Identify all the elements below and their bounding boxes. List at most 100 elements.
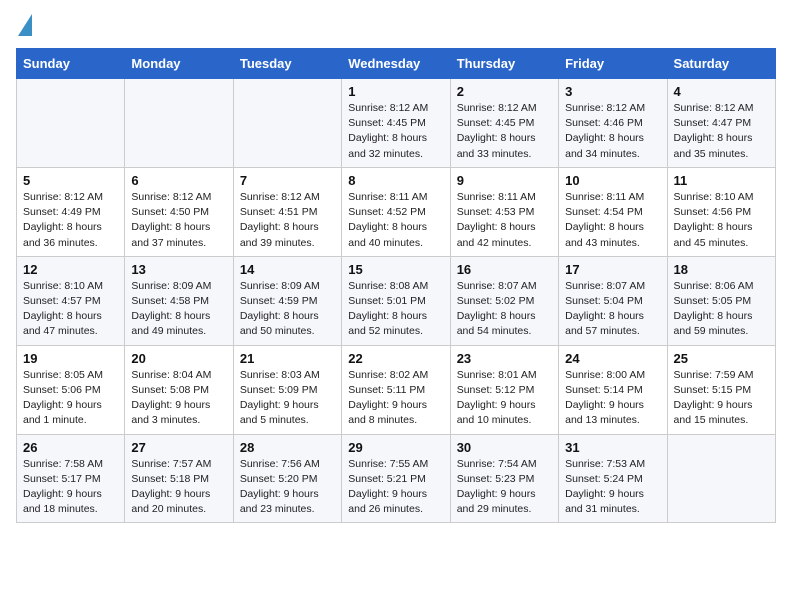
day-info: Sunrise: 8:07 AM Sunset: 5:04 PM Dayligh… xyxy=(565,279,660,340)
day-info: Sunrise: 8:00 AM Sunset: 5:14 PM Dayligh… xyxy=(565,368,660,429)
calendar-cell xyxy=(667,434,775,523)
calendar-cell: 11 Sunrise: 8:10 AM Sunset: 4:56 PM Dayli… xyxy=(667,167,775,256)
day-info: Sunrise: 8:09 AM Sunset: 4:58 PM Dayligh… xyxy=(131,279,226,340)
calendar-cell: 31 Sunrise: 7:53 AM Sunset: 5:24 PM Dayli… xyxy=(559,434,667,523)
calendar-cell: 5 Sunrise: 8:12 AM Sunset: 4:49 PM Daylig… xyxy=(17,167,125,256)
day-info: Sunrise: 8:06 AM Sunset: 5:05 PM Dayligh… xyxy=(674,279,769,340)
day-info: Sunrise: 7:56 AM Sunset: 5:20 PM Dayligh… xyxy=(240,457,335,518)
day-number: 4 xyxy=(674,84,769,99)
calendar-cell: 12 Sunrise: 8:10 AM Sunset: 4:57 PM Dayli… xyxy=(17,256,125,345)
day-info: Sunrise: 8:10 AM Sunset: 4:57 PM Dayligh… xyxy=(23,279,118,340)
day-number: 12 xyxy=(23,262,118,277)
day-info: Sunrise: 7:54 AM Sunset: 5:23 PM Dayligh… xyxy=(457,457,552,518)
calendar-cell: 24Sunrise: 8:00 AM Sunset: 5:14 PM Dayli… xyxy=(559,345,667,434)
day-number: 23 xyxy=(457,351,552,366)
calendar-cell: 30 Sunrise: 7:54 AM Sunset: 5:23 PM Dayli… xyxy=(450,434,558,523)
day-info: Sunrise: 7:55 AM Sunset: 5:21 PM Dayligh… xyxy=(348,457,443,518)
day-number: 10 xyxy=(565,173,660,188)
day-number: 29 xyxy=(348,440,443,455)
calendar-table: SundayMondayTuesdayWednesdayThursdayFrid… xyxy=(16,48,776,523)
day-info: Sunrise: 8:11 AM Sunset: 4:52 PM Dayligh… xyxy=(348,190,443,251)
page-header xyxy=(16,16,776,36)
calendar-cell: 2 Sunrise: 8:12 AM Sunset: 4:45 PM Daylig… xyxy=(450,79,558,168)
day-info: Sunrise: 8:04 AM Sunset: 5:08 PM Dayligh… xyxy=(131,368,226,429)
day-number: 22 xyxy=(348,351,443,366)
day-number: 1 xyxy=(348,84,443,99)
day-number: 13 xyxy=(131,262,226,277)
calendar-cell: 16 Sunrise: 8:07 AM Sunset: 5:02 PM Dayli… xyxy=(450,256,558,345)
day-number: 6 xyxy=(131,173,226,188)
day-info: Sunrise: 8:12 AM Sunset: 4:50 PM Dayligh… xyxy=(131,190,226,251)
day-info: Sunrise: 7:53 AM Sunset: 5:24 PM Dayligh… xyxy=(565,457,660,518)
day-info: Sunrise: 8:12 AM Sunset: 4:45 PM Dayligh… xyxy=(457,101,552,162)
calendar-cell: 4 Sunrise: 8:12 AM Sunset: 4:47 PM Daylig… xyxy=(667,79,775,168)
logo xyxy=(16,16,32,36)
day-info: Sunrise: 7:57 AM Sunset: 5:18 PM Dayligh… xyxy=(131,457,226,518)
calendar-cell xyxy=(233,79,341,168)
day-info: Sunrise: 8:01 AM Sunset: 5:12 PM Dayligh… xyxy=(457,368,552,429)
logo-line1 xyxy=(16,16,32,36)
day-number: 11 xyxy=(674,173,769,188)
day-number: 7 xyxy=(240,173,335,188)
calendar-cell: 28 Sunrise: 7:56 AM Sunset: 5:20 PM Dayli… xyxy=(233,434,341,523)
calendar-cell: 6 Sunrise: 8:12 AM Sunset: 4:50 PM Daylig… xyxy=(125,167,233,256)
day-info: Sunrise: 8:09 AM Sunset: 4:59 PM Dayligh… xyxy=(240,279,335,340)
day-number: 28 xyxy=(240,440,335,455)
day-header-thursday: Thursday xyxy=(450,49,558,79)
calendar-cell: 9 Sunrise: 8:11 AM Sunset: 4:53 PM Daylig… xyxy=(450,167,558,256)
day-info: Sunrise: 8:12 AM Sunset: 4:49 PM Dayligh… xyxy=(23,190,118,251)
day-number: 26 xyxy=(23,440,118,455)
day-info: Sunrise: 8:03 AM Sunset: 5:09 PM Dayligh… xyxy=(240,368,335,429)
day-info: Sunrise: 8:12 AM Sunset: 4:51 PM Dayligh… xyxy=(240,190,335,251)
calendar-cell: 18 Sunrise: 8:06 AM Sunset: 5:05 PM Dayli… xyxy=(667,256,775,345)
calendar-cell: 3Sunrise: 8:12 AM Sunset: 4:46 PM Daylig… xyxy=(559,79,667,168)
day-info: Sunrise: 8:07 AM Sunset: 5:02 PM Dayligh… xyxy=(457,279,552,340)
calendar-cell: 7 Sunrise: 8:12 AM Sunset: 4:51 PM Daylig… xyxy=(233,167,341,256)
day-info: Sunrise: 8:11 AM Sunset: 4:54 PM Dayligh… xyxy=(565,190,660,251)
day-number: 2 xyxy=(457,84,552,99)
calendar-week-2: 5 Sunrise: 8:12 AM Sunset: 4:49 PM Daylig… xyxy=(17,167,776,256)
calendar-cell xyxy=(17,79,125,168)
day-number: 31 xyxy=(565,440,660,455)
day-number: 18 xyxy=(674,262,769,277)
calendar-cell: 22 Sunrise: 8:02 AM Sunset: 5:11 PM Dayli… xyxy=(342,345,450,434)
day-number: 19 xyxy=(23,351,118,366)
day-info: Sunrise: 8:08 AM Sunset: 5:01 PM Dayligh… xyxy=(348,279,443,340)
calendar-cell: 21 Sunrise: 8:03 AM Sunset: 5:09 PM Dayli… xyxy=(233,345,341,434)
day-header-tuesday: Tuesday xyxy=(233,49,341,79)
calendar-cell: 26 Sunrise: 7:58 AM Sunset: 5:17 PM Dayli… xyxy=(17,434,125,523)
day-number: 30 xyxy=(457,440,552,455)
day-number: 9 xyxy=(457,173,552,188)
day-number: 8 xyxy=(348,173,443,188)
calendar-cell: 29 Sunrise: 7:55 AM Sunset: 5:21 PM Dayli… xyxy=(342,434,450,523)
calendar-week-5: 26 Sunrise: 7:58 AM Sunset: 5:17 PM Dayli… xyxy=(17,434,776,523)
calendar-cell: 1 Sunrise: 8:12 AM Sunset: 4:45 PM Daylig… xyxy=(342,79,450,168)
day-number: 5 xyxy=(23,173,118,188)
calendar-cell: 23 Sunrise: 8:01 AM Sunset: 5:12 PM Dayli… xyxy=(450,345,558,434)
calendar-cell: 25Sunrise: 7:59 AM Sunset: 5:15 PM Dayli… xyxy=(667,345,775,434)
day-header-wednesday: Wednesday xyxy=(342,49,450,79)
day-info: Sunrise: 8:12 AM Sunset: 4:47 PM Dayligh… xyxy=(674,101,769,162)
calendar-cell: 27 Sunrise: 7:57 AM Sunset: 5:18 PM Dayli… xyxy=(125,434,233,523)
day-number: 21 xyxy=(240,351,335,366)
day-number: 16 xyxy=(457,262,552,277)
calendar-cell: 14Sunrise: 8:09 AM Sunset: 4:59 PM Dayli… xyxy=(233,256,341,345)
day-info: Sunrise: 8:02 AM Sunset: 5:11 PM Dayligh… xyxy=(348,368,443,429)
calendar-cell: 15Sunrise: 8:08 AM Sunset: 5:01 PM Dayli… xyxy=(342,256,450,345)
day-info: Sunrise: 8:05 AM Sunset: 5:06 PM Dayligh… xyxy=(23,368,118,429)
day-info: Sunrise: 8:12 AM Sunset: 4:45 PM Dayligh… xyxy=(348,101,443,162)
calendar-week-4: 19 Sunrise: 8:05 AM Sunset: 5:06 PM Dayli… xyxy=(17,345,776,434)
calendar-cell xyxy=(125,79,233,168)
day-number: 3 xyxy=(565,84,660,99)
day-number: 27 xyxy=(131,440,226,455)
calendar-cell: 13 Sunrise: 8:09 AM Sunset: 4:58 PM Dayli… xyxy=(125,256,233,345)
logo-triangle-icon xyxy=(18,14,32,36)
day-info: Sunrise: 8:11 AM Sunset: 4:53 PM Dayligh… xyxy=(457,190,552,251)
calendar-cell: 19 Sunrise: 8:05 AM Sunset: 5:06 PM Dayli… xyxy=(17,345,125,434)
calendar-cell: 17Sunrise: 8:07 AM Sunset: 5:04 PM Dayli… xyxy=(559,256,667,345)
day-info: Sunrise: 7:58 AM Sunset: 5:17 PM Dayligh… xyxy=(23,457,118,518)
calendar-cell: 8 Sunrise: 8:11 AM Sunset: 4:52 PM Daylig… xyxy=(342,167,450,256)
day-info: Sunrise: 8:10 AM Sunset: 4:56 PM Dayligh… xyxy=(674,190,769,251)
day-info: Sunrise: 7:59 AM Sunset: 5:15 PM Dayligh… xyxy=(674,368,769,429)
day-header-friday: Friday xyxy=(559,49,667,79)
